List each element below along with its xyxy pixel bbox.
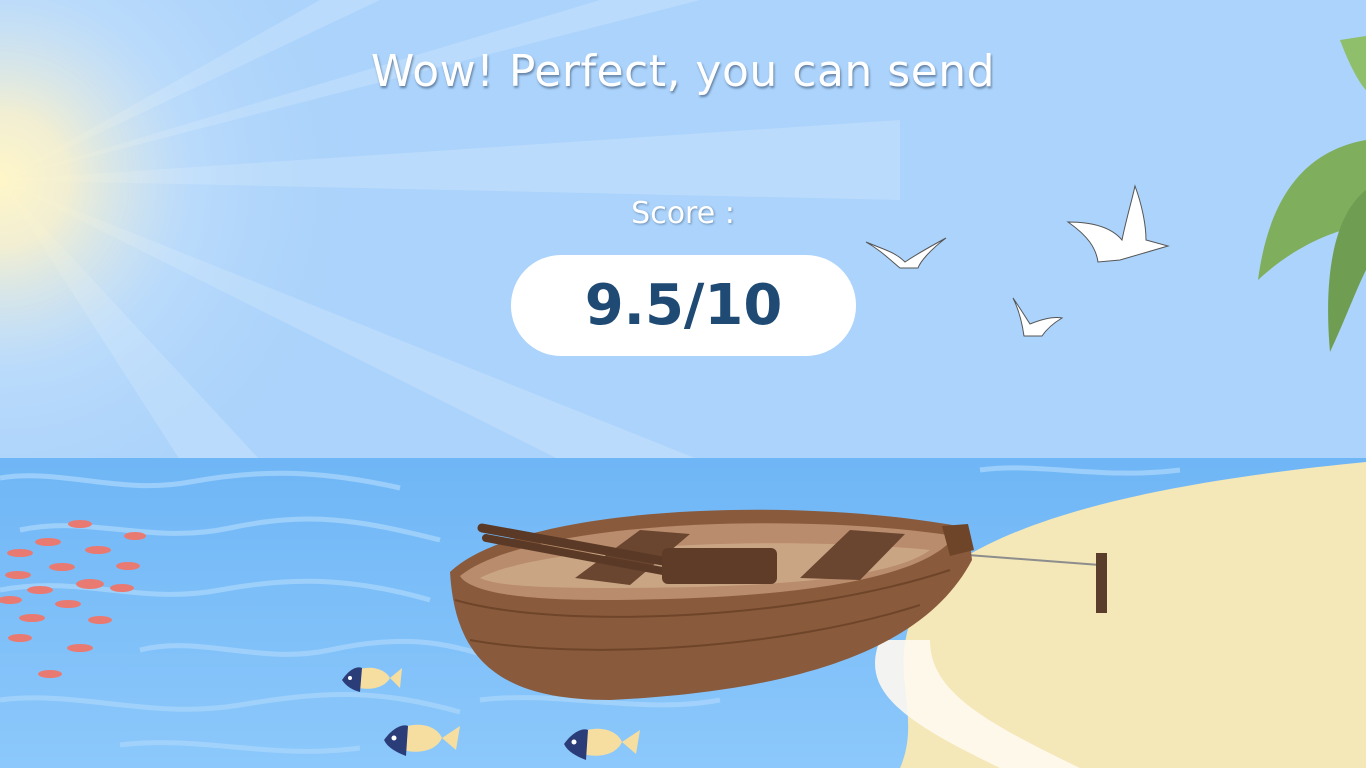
score-badge: 9.5/10: [511, 255, 856, 356]
score-value: 9.5/10: [584, 273, 783, 338]
game-screen: Wow! Perfect, you can send Score : 9.5/1…: [0, 0, 1366, 768]
beach-scene-background: [0, 0, 1366, 768]
score-label: Score :: [631, 196, 735, 231]
mooring-post: [1096, 553, 1107, 613]
result-headline: Wow! Perfect, you can send: [370, 46, 996, 97]
